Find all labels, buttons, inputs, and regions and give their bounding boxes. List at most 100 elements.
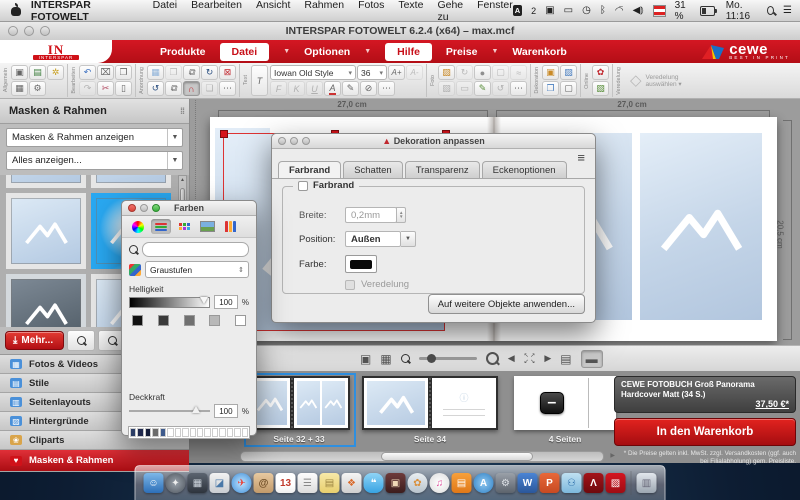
colors-dialog-titlebar[interactable]: Farben: [122, 201, 256, 216]
redo-icon[interactable]: ↷: [79, 81, 96, 96]
favorite-color-swatch[interactable]: [152, 428, 158, 437]
veredelung-select-button[interactable]: ◇ Veredelung auswählen ▾: [624, 74, 688, 88]
safari[interactable]: ✈: [232, 473, 252, 493]
favorite-color-swatch[interactable]: [242, 428, 248, 437]
zoom-slider-thumb[interactable]: [427, 354, 436, 363]
favorite-color-swatch[interactable]: [167, 428, 173, 437]
dialog-close-button[interactable]: [128, 204, 136, 212]
edit-photo-icon[interactable]: ✎: [474, 81, 491, 96]
ungroup-icon[interactable]: ❏: [201, 81, 218, 96]
border-icon[interactable]: ▢: [560, 81, 577, 96]
menubar-item[interactable]: Texte: [398, 0, 423, 23]
battery-icon[interactable]: [700, 6, 714, 16]
add-photo-icon[interactable]: ▨: [438, 65, 455, 80]
opacity-value[interactable]: 100: [214, 404, 238, 418]
apply-to-more-objects-button[interactable]: Auf weitere Objekte anwenden...: [428, 294, 585, 314]
border-color-button[interactable]: [345, 255, 377, 273]
color-sliders-tab[interactable]: [151, 219, 171, 234]
panel-options-icon[interactable]: ⁞⁞: [180, 106, 184, 116]
font-size-select[interactable]: 36▾: [357, 65, 387, 80]
open-project-icon[interactable]: ▤: [29, 65, 46, 80]
airplay-icon[interactable]: ▭: [564, 5, 573, 16]
send-backward-icon[interactable]: ⧉: [183, 65, 200, 80]
photo-booth[interactable]: ▣: [386, 473, 406, 493]
single-page-view-icon[interactable]: ▣: [360, 352, 371, 366]
nav-produkte[interactable]: Produkte: [160, 46, 206, 58]
mask-thumbnail[interactable]: [91, 175, 171, 188]
crop-icon[interactable]: ▢: [492, 65, 509, 80]
menubar-item[interactable]: Bearbeiten: [191, 0, 242, 23]
time-machine-icon[interactable]: ◷: [582, 5, 591, 16]
gray-swatch[interactable]: [184, 315, 195, 326]
messages[interactable]: ❝: [364, 473, 384, 493]
menubar-item[interactable]: Datei: [153, 0, 178, 23]
notes[interactable]: ▤: [320, 473, 340, 493]
favorite-color-swatch[interactable]: [190, 428, 196, 437]
add-to-cart-button[interactable]: In den Warenkorb: [614, 418, 796, 446]
sort-pages-icon[interactable]: ▤: [560, 352, 571, 366]
zoom-in-icon[interactable]: [486, 352, 499, 365]
dialog-zoom-button[interactable]: [152, 204, 160, 212]
chevron-down-icon[interactable]: ▼: [401, 231, 416, 247]
text-tool-icon[interactable]: T: [251, 65, 268, 96]
menubar-clock[interactable]: Mo. 11:16: [726, 0, 758, 22]
finder[interactable]: ☺: [144, 473, 164, 493]
opacity-slider[interactable]: [129, 410, 210, 412]
display-icon[interactable]: ▣: [545, 5, 554, 16]
favorite-color-swatch[interactable]: [204, 428, 210, 437]
magic-wand-icon[interactable]: ✲: [47, 65, 64, 80]
page-thumbnail-32-33[interactable]: Seite 32 + 33: [248, 376, 350, 430]
mask-thumbnail[interactable]: [6, 274, 86, 327]
menubar-item[interactable]: Ansicht: [256, 0, 290, 23]
dialog-tab[interactable]: Farbrand: [278, 161, 341, 179]
underline-button[interactable]: U: [306, 81, 323, 96]
favorite-color-swatch[interactable]: [212, 428, 218, 437]
nav-warenkorb[interactable]: Warenkorb: [512, 46, 566, 58]
decoration-dialog-titlebar[interactable]: ▲ Dekoration anpassen: [272, 134, 595, 149]
zoom-out-thumbs-button[interactable]: [67, 330, 95, 351]
group-icon[interactable]: ❐: [165, 65, 182, 80]
delete-object-icon[interactable]: ⊠: [219, 65, 236, 80]
mask-filter-select[interactable]: Alles anzeigen... ▼: [6, 151, 183, 170]
frame-icon[interactable]: ▣: [542, 65, 559, 80]
iphoto[interactable]: ✿: [408, 473, 428, 493]
cewe-fotowelt[interactable]: ▨: [606, 473, 626, 493]
favorite-color-swatch[interactable]: [145, 428, 151, 437]
dialog-menu-icon[interactable]: ≡: [577, 153, 585, 163]
menubar-item[interactable]: Gehe zu: [437, 0, 463, 23]
color-palettes-tab[interactable]: [174, 219, 194, 234]
italic-button[interactable]: K: [288, 81, 305, 96]
app-store[interactable]: A: [474, 473, 494, 493]
save-as-icon[interactable]: ▦: [11, 81, 28, 96]
adjust-photo-icon[interactable]: ▧: [438, 81, 455, 96]
pen-style-button[interactable]: ✎: [342, 81, 359, 96]
communicator[interactable]: ⚇: [562, 473, 582, 493]
menubar-item[interactable]: Rahmen: [304, 0, 344, 23]
no-style-button[interactable]: ⊘: [360, 81, 377, 96]
favorite-color-swatch[interactable]: [219, 428, 225, 437]
dialog-tab[interactable]: Transparenz: [405, 161, 480, 178]
calendar[interactable]: 13: [276, 473, 296, 493]
trash-icon[interactable]: ⌧: [97, 65, 114, 80]
map-icon[interactable]: ▧: [592, 81, 609, 96]
dialog-close-button[interactable]: [278, 137, 286, 145]
rotate-object-icon[interactable]: ↻: [201, 65, 218, 80]
stepper-icon[interactable]: ▲▼: [396, 207, 406, 223]
tree-icon[interactable]: ✿: [592, 65, 609, 80]
selection-handle[interactable]: [220, 130, 228, 138]
font-color-button[interactable]: A: [324, 81, 341, 96]
nav-hilfe[interactable]: Hilfe: [385, 43, 432, 61]
adobe-reader[interactable]: Λ: [584, 473, 604, 493]
grid-view-icon[interactable]: ▦: [380, 352, 391, 366]
gray-swatch[interactable]: [132, 315, 143, 326]
nav-preise[interactable]: Preise: [446, 46, 478, 58]
background-image-icon[interactable]: ▨: [560, 65, 577, 80]
panorama-icon[interactable]: ▭: [456, 81, 473, 96]
bluetooth-icon[interactable]: ᛒ: [600, 5, 606, 16]
apple-menu-icon[interactable]: [10, 5, 21, 17]
previous-page-icon[interactable]: ◀: [508, 353, 515, 364]
word[interactable]: W: [518, 473, 538, 493]
launchpad[interactable]: ✦: [166, 473, 186, 493]
ibooks[interactable]: ▤: [452, 473, 472, 493]
font-increase-button[interactable]: A+: [388, 65, 405, 80]
